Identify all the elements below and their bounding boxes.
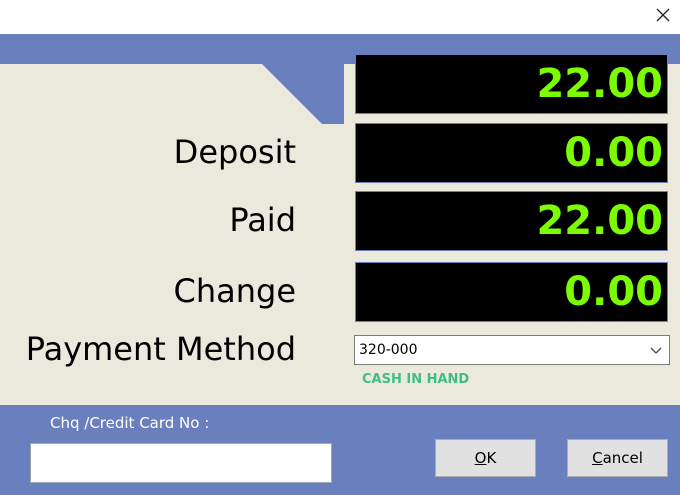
deposit-label: Deposit bbox=[173, 133, 296, 171]
chevron-down-icon bbox=[650, 347, 662, 354]
paid-label: Paid bbox=[229, 201, 296, 239]
deposit-display: 0.00 bbox=[355, 123, 668, 183]
ok-button[interactable]: OK bbox=[435, 439, 536, 477]
cancel-label: ancel bbox=[602, 449, 643, 467]
ok-mnemonic: O bbox=[474, 449, 487, 467]
total-display: 22.00 bbox=[355, 54, 668, 114]
payment-method-select[interactable]: 320-000 bbox=[354, 335, 670, 365]
close-button[interactable] bbox=[648, 0, 678, 30]
cancel-mnemonic: C bbox=[592, 449, 603, 467]
paid-display: 22.00 bbox=[355, 191, 668, 251]
change-display: 0.00 bbox=[355, 262, 668, 322]
cheque-card-label: Chq /Credit Card No : bbox=[50, 414, 210, 432]
cancel-button[interactable]: Cancel bbox=[567, 439, 668, 477]
change-label: Change bbox=[173, 272, 296, 310]
ok-label: K bbox=[486, 449, 497, 467]
payment-method-label: Payment Method bbox=[25, 330, 296, 368]
payment-method-value: 320-000 bbox=[359, 342, 418, 358]
close-icon bbox=[656, 8, 670, 22]
payment-method-description: CASH IN HAND bbox=[362, 372, 470, 387]
cheque-card-input[interactable] bbox=[30, 443, 332, 483]
